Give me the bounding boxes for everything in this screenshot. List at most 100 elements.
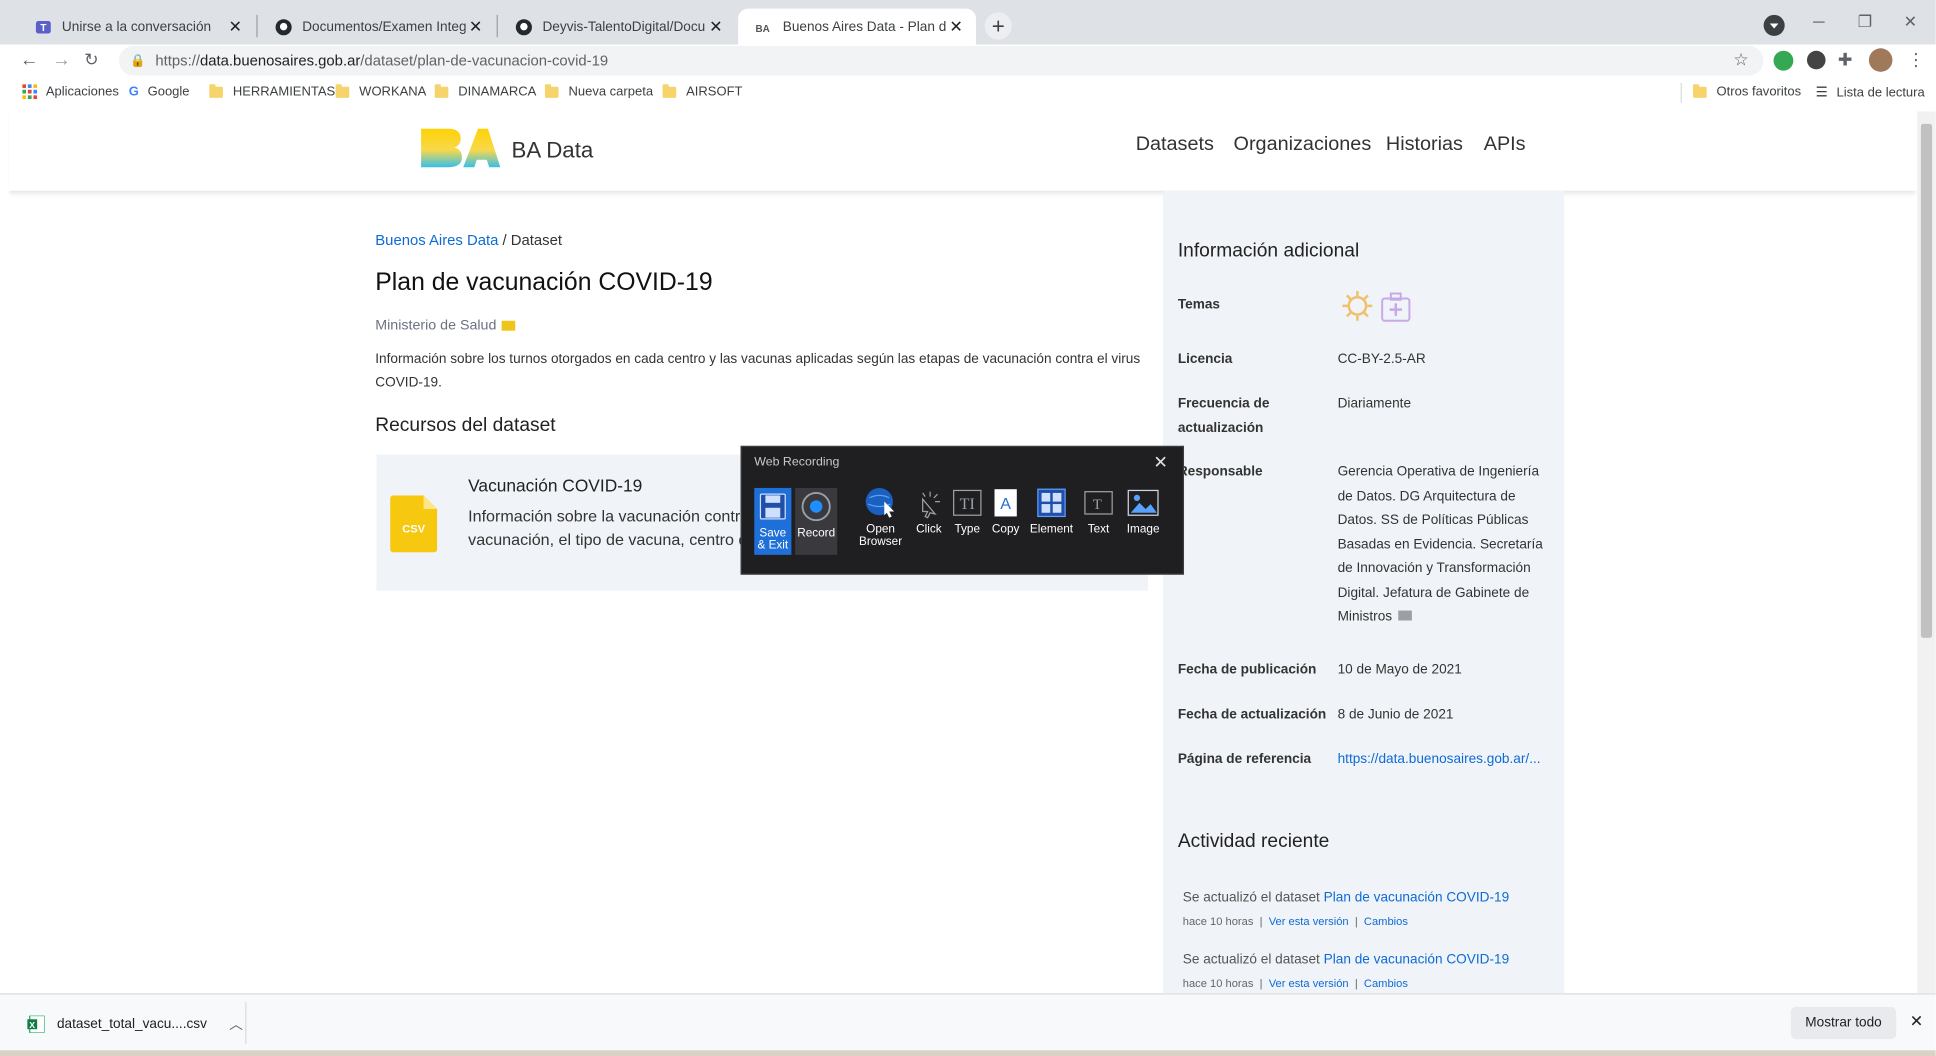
bookmark-nueva-carpeta[interactable]: Nueva carpeta (544, 83, 653, 99)
close-tab-icon[interactable]: ✕ (225, 17, 245, 37)
type-tool-button[interactable]: TI Type (949, 487, 986, 556)
activity-meta: hace 10 horas | Ver esta versión | Cambi… (1182, 977, 1408, 990)
changes-link[interactable]: Cambios (1364, 915, 1408, 927)
profile-menu-icon[interactable] (1763, 14, 1785, 36)
new-tab-button[interactable]: + (984, 12, 1012, 40)
back-icon[interactable]: ← (20, 50, 39, 71)
folder-icon (335, 83, 350, 98)
mail-icon[interactable] (1398, 610, 1412, 621)
extension-record-icon[interactable] (1806, 50, 1826, 70)
menu-kebab-icon[interactable]: ⋮ (1907, 50, 1924, 71)
breadcrumb: Buenos Aires Data / Dataset (375, 231, 563, 249)
tab-ba-data[interactable]: BA Buenos Aires Data - Plan de vacu ✕ (738, 8, 976, 45)
excel-file-icon: X (27, 1015, 45, 1033)
bookmarks-bar: Aplicaciones G Google HERRAMIENTAS WORKA… (0, 79, 1936, 107)
copy-tool-button[interactable]: A Copy (987, 487, 1024, 556)
ba-logo[interactable] (419, 126, 501, 168)
licencia-label: Licencia (1177, 351, 1233, 367)
activity-dataset-link[interactable]: Plan de vacunación COVID-19 (1324, 890, 1510, 905)
forward-icon[interactable]: → (52, 50, 71, 71)
open-browser-button[interactable]: Open Browser (856, 487, 906, 556)
close-tab-icon[interactable]: ✕ (706, 17, 726, 37)
responsable-value: Gerencia Operativa de Ingeniería de Dato… (1337, 464, 1543, 625)
close-icon[interactable]: ✕ (1153, 452, 1168, 473)
click-tool-button[interactable]: Click (910, 487, 947, 556)
tab-teams[interactable]: T Unirse a la conversación ✕ (17, 9, 255, 45)
health-topic-icon[interactable] (1380, 291, 1412, 323)
referencia-link[interactable]: https://data.buenosaires.gob.ar/... (1338, 752, 1541, 767)
nav-organizaciones[interactable]: Organizaciones (1234, 134, 1372, 156)
extension-check-icon[interactable] (1773, 50, 1794, 71)
text-tool-button[interactable]: T Text (1080, 487, 1117, 556)
show-all-button[interactable]: Mostrar todo (1790, 1006, 1897, 1040)
close-tab-icon[interactable]: ✕ (946, 17, 966, 37)
bookmark-google[interactable]: G Google (129, 84, 190, 99)
close-window-icon[interactable]: ✕ (1904, 12, 1918, 32)
dataset-description: Información sobre los turnos otorgados e… (375, 351, 1141, 391)
breadcrumb-home[interactable]: Buenos Aires Data (375, 232, 498, 249)
svg-text:X: X (29, 1020, 35, 1030)
virus-topic-icon[interactable] (1341, 290, 1373, 322)
download-item[interactable]: X dataset_total_vacu....csv ︿ (27, 1014, 243, 1034)
chevron-up-icon[interactable]: ︿ (229, 1014, 243, 1034)
browser-toolbar: ← → ↻ 🔒 https://data.buenosaires.gob.ar /… (0, 44, 1936, 79)
view-version-link[interactable]: Ver esta versión (1269, 977, 1349, 989)
view-version-link[interactable]: Ver esta versión (1269, 915, 1349, 927)
breadcrumb-current: Dataset (510, 231, 563, 249)
web-recording-panel: Web Recording ✕ Save & Exit Record Open … (740, 445, 1185, 575)
site-header: BA Data Datasets Organizaciones Historia… (8, 111, 1916, 191)
folder-icon (1693, 83, 1707, 98)
close-download-bar-icon[interactable]: ✕ (1910, 1012, 1924, 1032)
record-button[interactable]: Record (795, 487, 838, 555)
apps-grid-icon (22, 84, 38, 100)
taskbar-edge (0, 1050, 1936, 1056)
bookmark-star-icon[interactable]: ☆ (1733, 50, 1749, 71)
avatar[interactable] (1868, 48, 1893, 72)
save-exit-button[interactable]: Save & Exit (754, 487, 792, 555)
text-input-icon: TI (951, 487, 983, 519)
reading-list-button[interactable]: ☰ Lista de lectura (1816, 84, 1925, 100)
minimize-icon[interactable]: ─ (1813, 12, 1824, 31)
nav-historias[interactable]: Historias (1386, 134, 1463, 156)
folder-icon (209, 83, 223, 98)
nav-apis[interactable]: APIs (1484, 134, 1526, 156)
page-title: Plan de vacunación COVID-19 (375, 268, 713, 297)
text-tool-icon: T (1082, 487, 1114, 519)
recorder-title: Web Recording (754, 455, 840, 470)
mail-icon[interactable] (501, 320, 515, 331)
reading-list-icon: ☰ (1815, 85, 1828, 101)
tab-github-deyvis[interactable]: Deyvis-TalentoDigital/Documento ✕ (498, 9, 736, 45)
bookmark-otros-favoritos[interactable]: Otros favoritos (1693, 83, 1801, 99)
svg-text:TI: TI (960, 496, 975, 513)
element-tool-button[interactable]: Element (1025, 487, 1077, 556)
site-brand[interactable]: BA Data (512, 137, 594, 163)
globe-cursor-icon (864, 487, 896, 519)
download-bar: X dataset_total_vacu....csv ︿ Mostrar to… (0, 993, 1936, 1051)
reload-icon[interactable]: ↻ (84, 50, 99, 71)
changes-link[interactable]: Cambios (1364, 977, 1408, 989)
bookmark-workana[interactable]: WORKANA (335, 83, 426, 99)
nav-datasets[interactable]: Datasets (1136, 134, 1214, 156)
bookmark-herramientas[interactable]: HERRAMIENTAS (209, 83, 335, 99)
image-tool-button[interactable]: Image (1121, 487, 1166, 556)
frecuencia-label: Frecuencia de actualización (1177, 396, 1270, 436)
scrollbar-thumb[interactable] (1920, 123, 1933, 638)
save-icon (757, 490, 789, 522)
close-tab-icon[interactable]: ✕ (466, 17, 486, 37)
svg-text:BA: BA (755, 24, 769, 33)
bookmark-dinamarca[interactable]: DINAMARCA (434, 83, 536, 99)
referencia-label: Página de referencia (1177, 751, 1312, 767)
address-bar[interactable]: 🔒 https://data.buenosaires.gob.ar/datase… (118, 45, 1764, 76)
bookmark-airsoft[interactable]: AIRSOFT (662, 83, 743, 99)
organization-link[interactable]: Ministerio de Salud (375, 318, 496, 333)
activity-meta: hace 10 horas | Ver esta versión | Cambi… (1182, 915, 1408, 928)
resource-title[interactable]: Vacunación COVID-19 (468, 476, 642, 496)
tab-github-examen[interactable]: Documentos/Examen Integrador ✕ (258, 9, 496, 45)
github-icon (515, 18, 532, 35)
publicacion-value: 10 de Mayo de 2021 (1337, 662, 1462, 678)
restore-icon[interactable]: ❐ (1858, 12, 1872, 32)
activity-dataset-link[interactable]: Plan de vacunación COVID-19 (1324, 952, 1510, 967)
bookmark-apps[interactable]: Aplicaciones (22, 84, 119, 100)
page-scrollbar[interactable] (1917, 111, 1936, 994)
extensions-puzzle-icon[interactable]: ✚ (1838, 50, 1853, 71)
